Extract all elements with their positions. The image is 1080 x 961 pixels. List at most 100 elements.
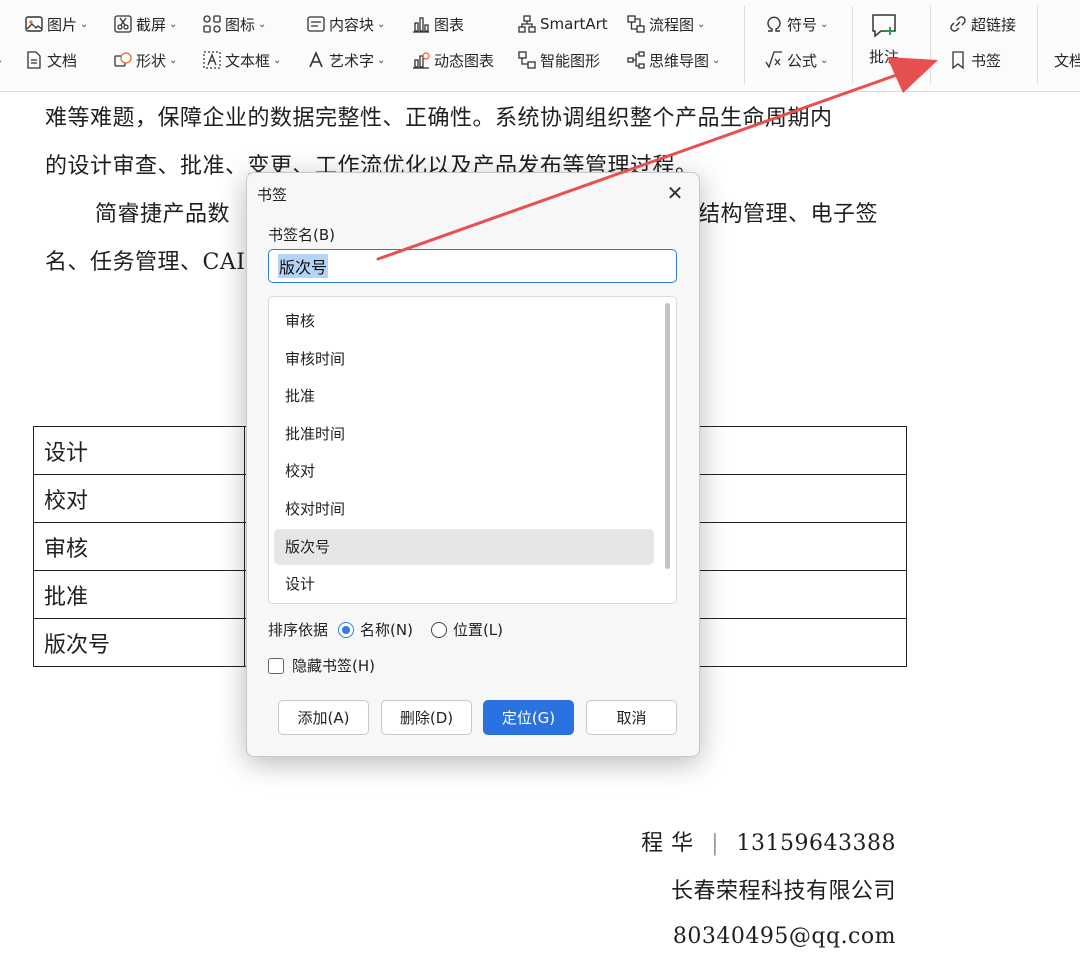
smart-graphic-icon <box>517 50 537 70</box>
chevron-down-icon: ⌄ <box>169 18 178 30</box>
hierarchy-icon <box>517 14 537 34</box>
add-button[interactable]: 添加(A) <box>278 700 369 735</box>
shapes-grid-icon <box>202 14 222 34</box>
chevron-down-icon: ⌄ <box>697 18 706 30</box>
icons-button[interactable]: 图标 ⌄ <box>202 11 266 37</box>
bookmark-dialog: 书签 ✕ 书签名(B) 版次号 审核 审核时间 批准 批准时间 校对 校对时间 版次号 设计 … <box>246 172 700 757</box>
document-tool-label: 文档 <box>1054 51 1080 70</box>
table-cell-label: 审核 <box>33 522 245 571</box>
ribbon-toolbar: 图片 ⌄ 截屏 ⌄ 图标 ⌄ 内容块 ⌄ 图表 SmartArt 流程图 ⌄ 符号 ⌄ 超链… <box>0 0 1080 92</box>
dynamic-chart-button[interactable]: 动态图表 <box>411 47 494 73</box>
smart-graphic-button[interactable]: 智能图形 <box>517 47 600 73</box>
sort-by-position-label[interactable]: 位置(L) <box>453 619 503 640</box>
signature-email: 80340495@qq.com <box>672 924 896 949</box>
screenshot-label: 截屏 <box>136 15 167 34</box>
hide-bookmarks-label[interactable]: 隐藏书签(H) <box>292 655 375 676</box>
close-button[interactable]: ✕ <box>663 181 687 205</box>
chevron-down-icon: ⌄ <box>273 54 282 66</box>
smart-graphic-label: 智能图形 <box>540 51 601 70</box>
bar-chart-icon <box>411 14 431 34</box>
chart-button[interactable]: 图表 <box>411 11 464 37</box>
mindmap-button[interactable]: 思维导图 ⌄ <box>626 47 720 73</box>
signature-contact: 程 华 | 13159643388 <box>641 825 896 857</box>
document-icon <box>24 50 44 70</box>
bookmark-list-item[interactable]: 校对时间 <box>274 491 654 527</box>
table-cell-label: 校对 <box>33 474 245 523</box>
table-cell-label: 设计 <box>33 426 245 475</box>
bookmark-list-item[interactable]: 设计 <box>274 566 654 602</box>
content-block-label: 内容块 <box>329 15 375 34</box>
bookmark-name-label: 书签名(B) <box>268 226 335 244</box>
document-label: 文档 <box>47 51 78 70</box>
doc-paragraph-line: 名、任务管理、CAI <box>45 250 246 275</box>
bookmark-list-item[interactable]: 审核时间 <box>274 341 654 377</box>
comment-add-icon <box>870 12 898 40</box>
bookmark-icon <box>948 50 968 70</box>
sort-by-name-radio[interactable] <box>338 621 355 638</box>
doc-paragraph-line: 结构管理、电子签 <box>698 202 879 227</box>
bookmark-list-item[interactable]: 批准 <box>274 378 654 414</box>
bookmark-list[interactable]: 审核 审核时间 批准 批准时间 校对 校对时间 版次号 设计 <box>268 296 677 604</box>
cancel-button[interactable]: 取消 <box>586 700 677 735</box>
sort-by-name-label[interactable]: 名称(N) <box>360 619 413 640</box>
screenshot-button[interactable]: 截屏 ⌄ <box>113 11 177 37</box>
dynamic-chart-icon <box>411 50 431 70</box>
bookmark-list-item[interactable]: 版次号 <box>274 528 654 565</box>
comment-button[interactable]: 批注 <box>869 12 899 67</box>
goto-button[interactable]: 定位(G) <box>483 700 574 735</box>
flowchart-button[interactable]: 流程图 ⌄ <box>626 11 705 37</box>
doc-paragraph-line: 难等难题，保障企业的数据完整性、正确性。系统协调组织整个产品生命周期内 <box>45 106 833 131</box>
table-cell-label: 批准 <box>33 570 245 619</box>
textbox-label: 文本框 <box>225 51 271 70</box>
wordart-label: 艺术字 <box>329 51 375 70</box>
scissors-icon <box>113 14 133 34</box>
bookmark-name-input[interactable]: 版次号 <box>268 249 677 283</box>
flowchart-icon <box>626 14 646 34</box>
content-block-button[interactable]: 内容块 ⌄ <box>306 11 385 37</box>
sort-by-position-radio[interactable] <box>430 621 447 638</box>
hyperlink-button[interactable]: 超链接 <box>948 11 1016 37</box>
smartart-label: SmartArt <box>540 15 608 33</box>
bookmark-button[interactable]: 书签 <box>948 47 1001 73</box>
sort-options: 排序依据 名称(N) 位置(L) <box>268 619 503 640</box>
textbox-icon <box>202 50 222 70</box>
dialog-title: 书签 <box>257 186 288 204</box>
hide-bookmarks-option: 隐藏书签(H) <box>268 655 375 676</box>
hide-bookmarks-checkbox[interactable] <box>268 657 284 674</box>
formula-icon <box>764 50 784 70</box>
signature-company: 长春荣程科技有限公司 <box>670 879 896 904</box>
signature-name: 程 华 <box>641 831 694 856</box>
chevron-down-icon: ⌄ <box>820 18 829 30</box>
chevron-down-icon: ⌄ <box>169 54 178 66</box>
document-tool-button[interactable]: 文档 <box>1054 47 1080 73</box>
omega-icon <box>764 14 784 34</box>
delete-button[interactable]: 删除(D) <box>381 700 472 735</box>
chevron-down-icon: ⌄ <box>0 55 3 66</box>
bookmark-list-item[interactable]: 批准时间 <box>274 416 654 452</box>
bookmark-list-item[interactable]: 校对 <box>274 453 654 489</box>
chevron-down-icon: ⌄ <box>377 54 386 66</box>
wordart-icon <box>306 50 326 70</box>
formula-button[interactable]: 公式 ⌄ <box>764 47 828 73</box>
formula-label: 公式 <box>787 51 818 70</box>
picture-button[interactable]: 图片 ⌄ <box>24 11 88 37</box>
comment-label: 批注 <box>869 48 900 66</box>
bookmark-name-value: 版次号 <box>278 254 329 278</box>
wordart-button[interactable]: 艺术字 ⌄ <box>306 47 385 73</box>
smartart-button[interactable]: SmartArt <box>517 11 608 37</box>
symbol-button[interactable]: 符号 ⌄ <box>764 11 828 37</box>
chevron-down-icon: ⌄ <box>258 18 267 30</box>
document-button[interactable]: 文档 <box>24 47 77 73</box>
chevron-down-icon: ⌄ <box>820 54 829 66</box>
shapes-button[interactable]: 形状 ⌄ <box>113 47 177 73</box>
ribbon-separator <box>1037 6 1038 84</box>
mindmap-label: 思维导图 <box>649 51 710 70</box>
bookmark-list-item[interactable]: 审核 <box>274 303 654 339</box>
textbox-button[interactable]: 文本框 ⌄ <box>202 47 281 73</box>
row2-left-chevron[interactable]: ⌄ <box>0 47 3 73</box>
ribbon-separator <box>744 6 745 84</box>
ribbon-separator <box>930 6 931 84</box>
list-scrollbar[interactable] <box>665 303 670 569</box>
picture-icon <box>24 14 44 34</box>
icons-label: 图标 <box>225 15 256 34</box>
